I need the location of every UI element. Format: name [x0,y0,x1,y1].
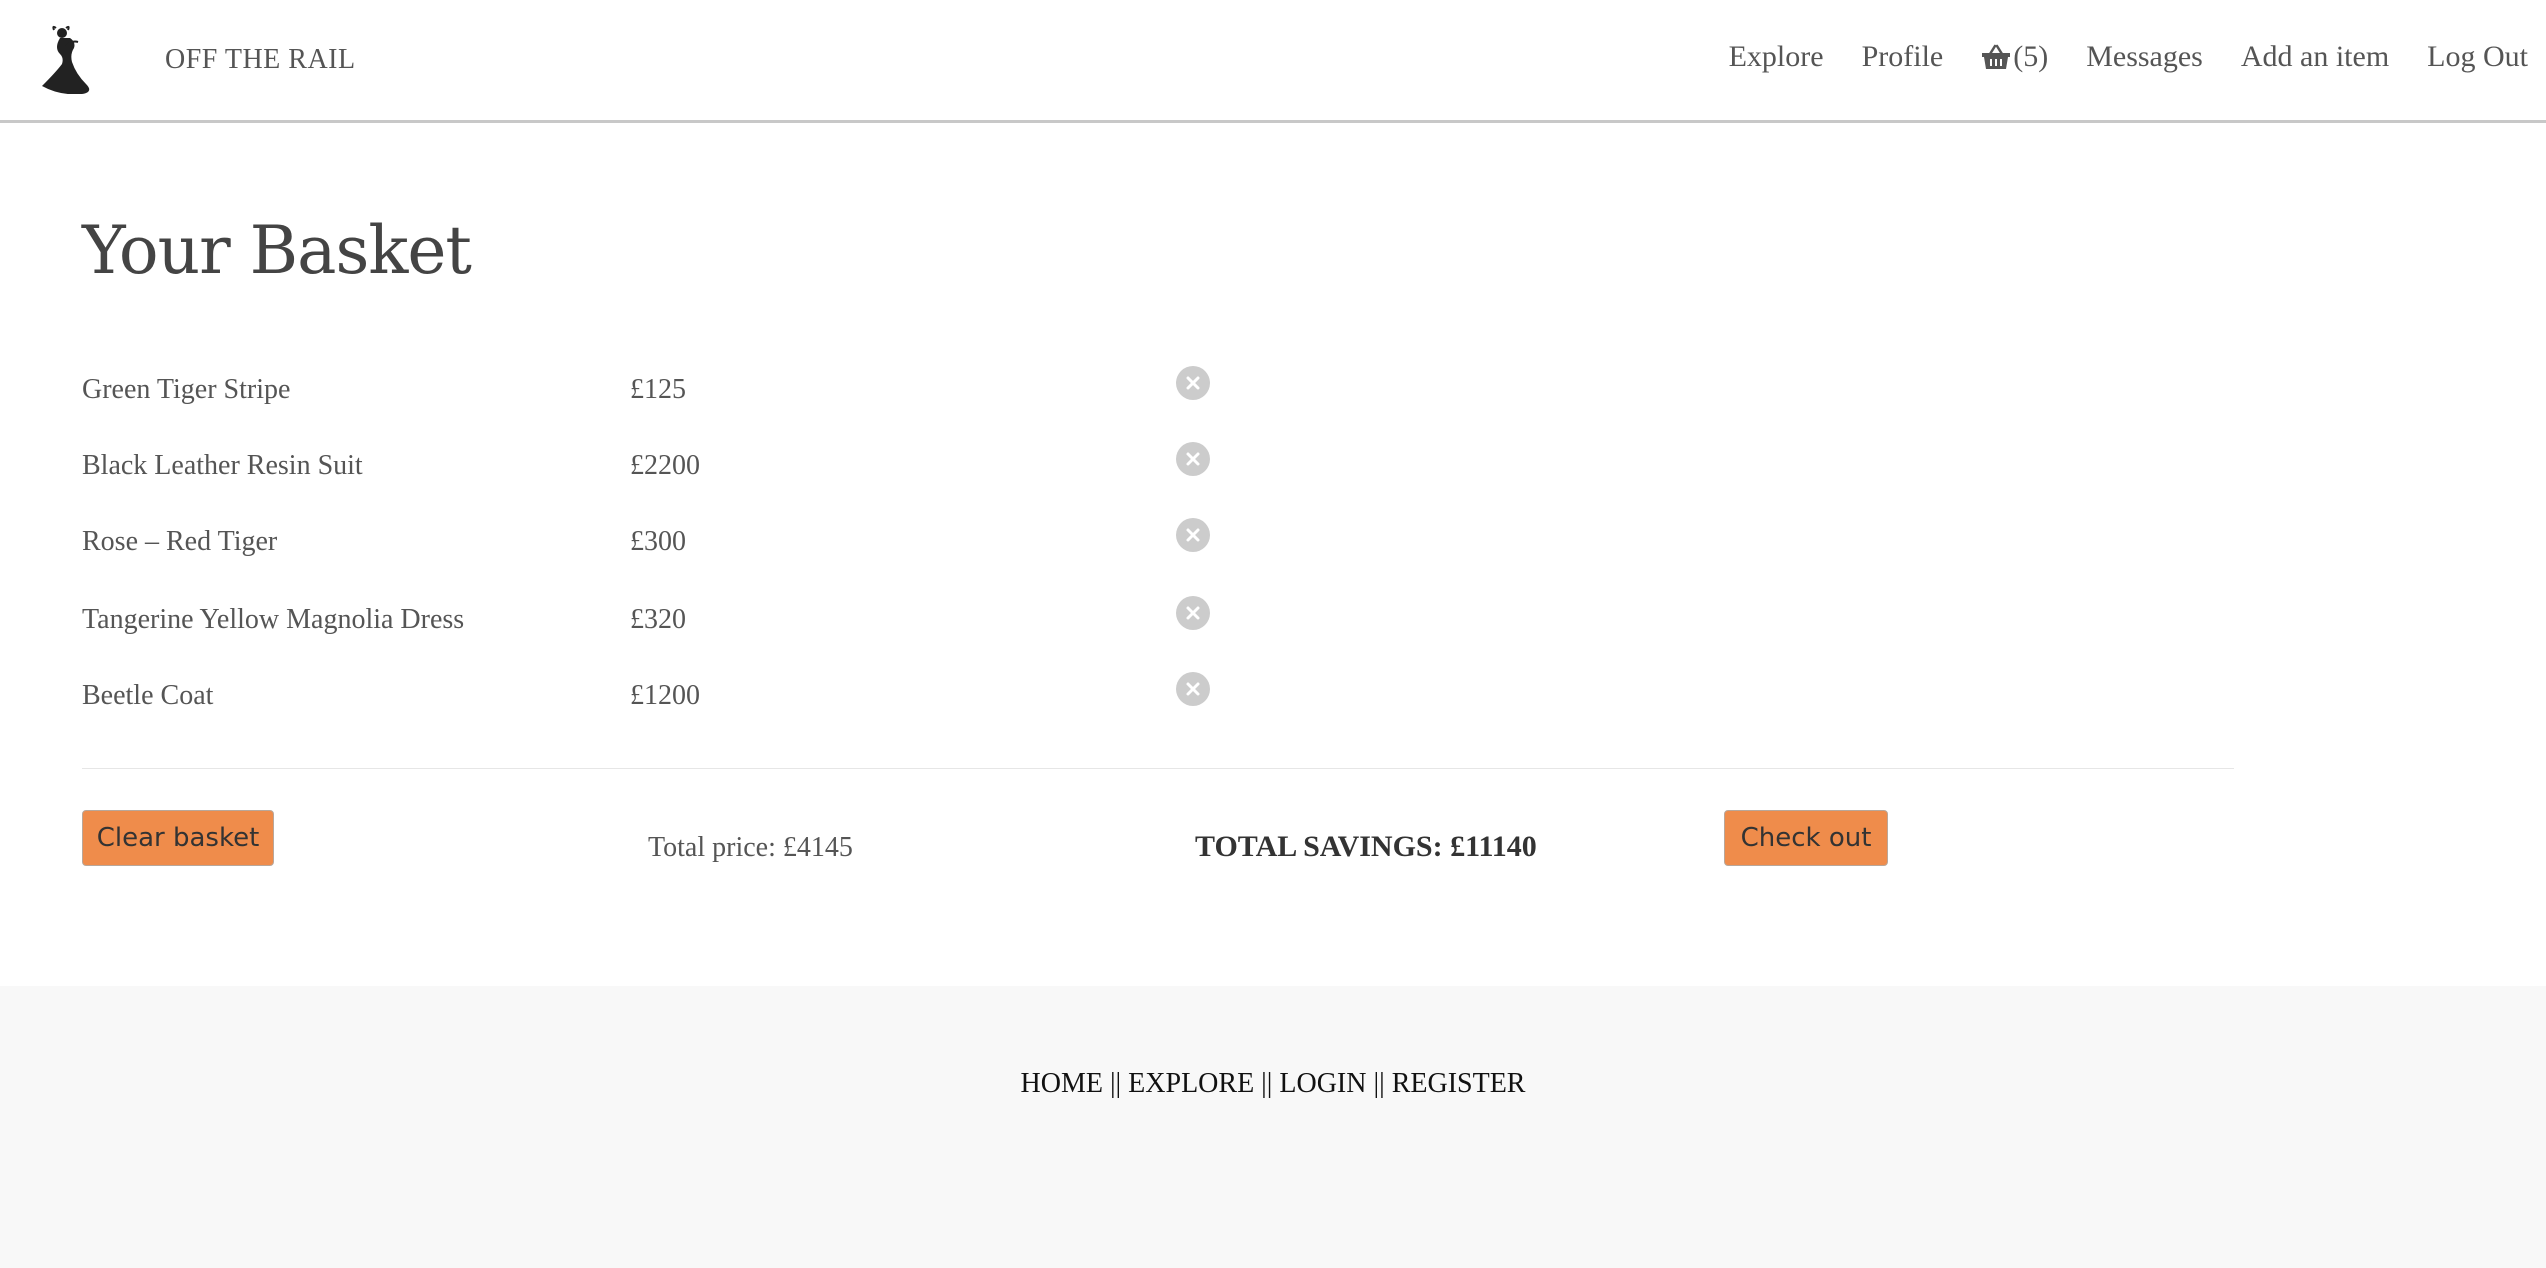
nav-logout[interactable]: Log Out [2427,40,2528,74]
remove-circle-icon[interactable] [1176,596,1210,630]
page-title: Your Basket [82,212,472,289]
item-name: Tangerine Yellow Magnolia Dress [82,604,465,635]
item-price: £1200 [630,680,700,711]
checkout-button[interactable]: Check out [1724,810,1888,866]
remove-circle-icon[interactable] [1176,672,1210,706]
item-name: Green Tiger Stripe [82,374,291,405]
remove-circle-icon[interactable] [1176,366,1210,400]
item-price: £320 [630,604,686,635]
item-name: Black Leather Resin Suit [82,450,363,481]
basket-row: Green Tiger Stripe £125 [82,366,1282,416]
item-price: £300 [630,526,686,557]
nav-messages[interactable]: Messages [2086,40,2203,74]
remove-circle-icon[interactable] [1176,442,1210,476]
footer-separator: || [1373,1068,1385,1099]
top-navbar: OFF THE RAIL Explore Profile (5) Message… [0,0,2546,123]
nav-basket[interactable]: (5) [1981,40,2048,74]
woman-silhouette-icon[interactable] [36,24,92,94]
footer-separator: || [1261,1068,1273,1099]
nav-add-item[interactable]: Add an item [2241,40,2389,74]
item-price: £2200 [630,450,700,481]
item-name: Rose – Red Tiger [82,526,278,557]
nav-explore[interactable]: Explore [1729,40,1824,74]
footer-link-register[interactable]: REGISTER [1392,1068,1526,1099]
footer-separator: || [1109,1068,1122,1099]
divider [82,768,2234,769]
item-name: Beetle Coat [82,680,214,711]
basket-row: Tangerine Yellow Magnolia Dress £320 [82,596,1282,646]
footer: HOME || EXPLORE || LOGIN || REGISTER [0,986,2546,1268]
item-price: £125 [630,374,686,405]
basket-row: Beetle Coat £1200 [82,672,1282,722]
footer-link-home[interactable]: HOME [1021,1068,1103,1099]
footer-link-login[interactable]: LOGIN [1279,1068,1366,1099]
basket-count: (5) [2013,40,2049,73]
remove-circle-icon[interactable] [1176,518,1210,552]
basket-row: Black Leather Resin Suit £2200 [82,442,1282,492]
total-price: Total price: £4145 [648,832,853,863]
brand-name[interactable]: OFF THE RAIL [165,44,356,76]
clear-basket-button[interactable]: Clear basket [82,810,274,866]
footer-links: HOME || EXPLORE || LOGIN || REGISTER [0,1068,2546,1100]
basket-row: Rose – Red Tiger £300 [82,518,1282,568]
nav-profile[interactable]: Profile [1862,40,1944,74]
basket-icon [1982,44,2011,69]
nav-links: Explore Profile (5) Messages Add an item… [1691,40,2528,74]
footer-link-explore[interactable]: EXPLORE [1128,1068,1254,1099]
total-savings: TOTAL SAVINGS: £11140 [1195,830,1537,863]
